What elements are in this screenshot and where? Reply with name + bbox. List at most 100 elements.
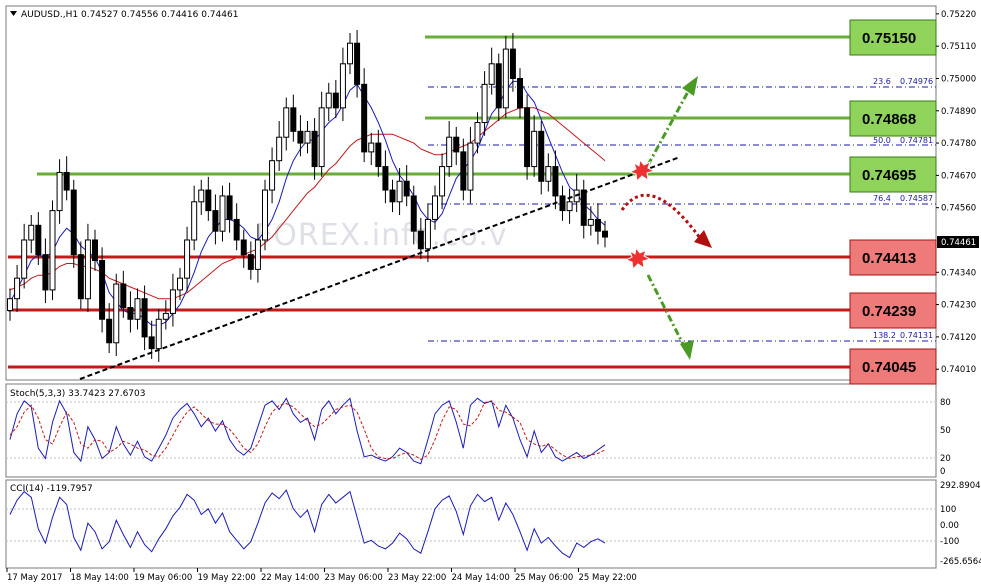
- price-tick-label: 0.75220: [941, 10, 976, 20]
- price-tick-label: 0.74120: [941, 333, 976, 343]
- resistance-labels: 0.75150 0.74868 0.74695: [849, 19, 937, 193]
- bear-candle: [311, 130, 318, 168]
- bear-candle: [35, 224, 42, 256]
- bull-candle: [113, 283, 120, 344]
- stoch-tick-80: 80: [940, 398, 951, 408]
- stoch-label: Stoch(5,3,3) 33.7423 27.6703: [10, 389, 145, 399]
- price-tick-label: 0.74890: [941, 107, 976, 117]
- bull-candle: [177, 277, 183, 291]
- bull-candle: [446, 136, 453, 168]
- fib-ratio-138-2: 138.2: [873, 331, 896, 340]
- time-tick-label: 23 May 06:00: [325, 573, 383, 583]
- bull-candle: [396, 180, 403, 203]
- support-labels: 0.74413 0.74239 0.74045: [849, 239, 937, 385]
- bull-candle: [134, 298, 141, 320]
- price-tick-label: 0.74780: [941, 139, 976, 149]
- cci-label: CCI(14) -119.7957: [10, 484, 93, 494]
- time-tick-label: 23 May 22:00: [388, 573, 446, 583]
- bear-candle: [106, 318, 113, 344]
- time-tick-label: 17 May 2017: [7, 573, 62, 583]
- time-tick-label: 24 May 14:00: [452, 573, 510, 583]
- bull-candle: [318, 107, 325, 168]
- bull-candle: [474, 122, 481, 144]
- time-tick-label: 25 May 06:00: [515, 573, 573, 583]
- bull-candle: [184, 239, 191, 279]
- bull-candle: [28, 224, 35, 241]
- resistance-label-2: 0.74868: [862, 111, 916, 128]
- bull-candle: [531, 130, 538, 168]
- watermark: FOREX.info.co.v: [255, 218, 508, 253]
- price-axis: 0.75220 0.75110 0.75000 0.74890 0.74780 0.746…: [936, 10, 976, 375]
- bear-candle: [389, 189, 396, 203]
- cci-tick-100: 100: [940, 505, 956, 515]
- stoch-tick-0: 0: [940, 467, 945, 477]
- cci-panel: [5, 479, 937, 569]
- fib-price-50-0: 0.74781: [900, 136, 933, 145]
- bear-candle: [410, 195, 417, 232]
- bear-candle: [524, 107, 531, 168]
- bull-candle: [545, 166, 552, 182]
- bear-candle: [580, 189, 587, 226]
- chart-header: AUDUSD.,H1 0.74527 0.74556 0.74416 0.744…: [21, 10, 238, 20]
- bear-candle: [63, 171, 70, 191]
- bear-candle: [403, 180, 410, 197]
- fib-ratio-76-4: 76.4: [873, 194, 891, 203]
- bear-candle: [594, 218, 601, 232]
- current-price: 0.74461: [941, 238, 976, 248]
- bull-candle: [467, 142, 474, 191]
- bull-candle: [368, 142, 375, 153]
- bull-candle: [191, 201, 198, 241]
- bear-candle: [375, 142, 382, 168]
- bull-candle: [325, 92, 332, 109]
- bear-candle: [247, 254, 254, 270]
- bear-candle: [460, 151, 467, 191]
- stoch-axis: 80 50 20 0: [940, 398, 951, 477]
- bull-candle: [49, 210, 56, 291]
- bull-candle: [566, 201, 573, 212]
- bull-candle: [262, 189, 268, 241]
- bear-candle: [99, 260, 106, 320]
- bull-candle: [488, 63, 495, 85]
- time-tick-label: 18 May 14:00: [71, 573, 129, 583]
- bull-candle: [276, 136, 283, 162]
- bull-candle: [347, 42, 353, 65]
- bull-candle: [14, 277, 21, 300]
- bear-candle: [417, 230, 424, 250]
- price-tick-label: 0.74560: [941, 204, 976, 214]
- time-tick-label: 19 May 22:00: [198, 573, 256, 583]
- stoch-tick-50: 50: [940, 426, 951, 436]
- time-tick-label: 25 May 22:00: [579, 573, 637, 583]
- bear-candle: [240, 239, 247, 256]
- bear-candle: [495, 63, 502, 109]
- bear-candle: [226, 195, 233, 220]
- bear-candle: [509, 48, 516, 79]
- bull-candle: [269, 160, 276, 191]
- bull-candle: [7, 298, 13, 311]
- bull-candle: [155, 318, 162, 350]
- bear-candle: [141, 298, 148, 338]
- cci-tick-max: 292.8904: [940, 481, 981, 491]
- bear-candle: [120, 283, 127, 309]
- support-label-3: 0.74045: [862, 359, 916, 376]
- price-tick-label: 0.75000: [941, 74, 976, 84]
- bull-candle: [432, 195, 438, 220]
- support-label-1: 0.74413: [862, 250, 916, 267]
- bull-candle: [283, 107, 290, 138]
- fib-ratio-23-6: 23.6: [873, 77, 891, 86]
- bear-candle: [92, 239, 98, 262]
- bull-candle: [21, 239, 28, 279]
- bull-candle: [162, 312, 169, 320]
- time-axis: 17 May 2017 18 May 14:00 19 May 06:00 19 Ma…: [6, 568, 637, 583]
- bull-candle: [304, 130, 311, 144]
- price-tick-label: 0.74670: [941, 171, 976, 181]
- support-label-2: 0.74239: [862, 303, 916, 320]
- bear-candle: [205, 189, 212, 212]
- time-tick-label: 19 May 06:00: [134, 573, 192, 583]
- price-tick-label: 0.74340: [941, 268, 976, 278]
- time-tick-label: 22 May 14:00: [261, 573, 319, 583]
- fib-price-23-6: 0.74976: [900, 77, 933, 86]
- bear-candle: [127, 307, 134, 320]
- bull-candle: [56, 171, 63, 212]
- bear-candle: [552, 166, 559, 197]
- bear-candle: [332, 92, 339, 109]
